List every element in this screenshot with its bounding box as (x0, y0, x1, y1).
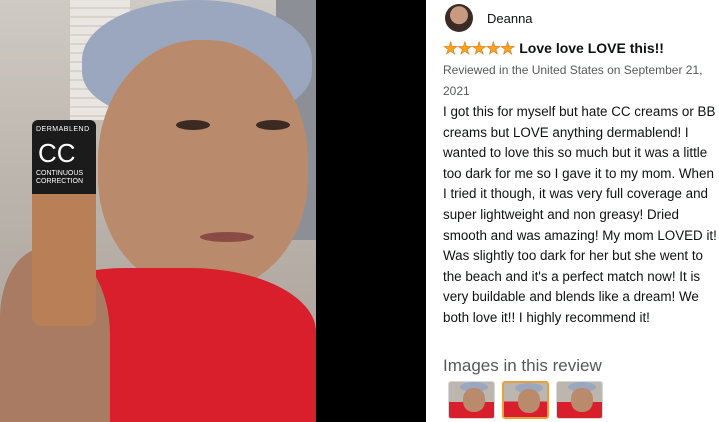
star-icon: ★ (500, 38, 516, 58)
review-image-thumbnail[interactable] (448, 381, 495, 419)
avatar[interactable] (445, 4, 473, 32)
review-date: Reviewed in the United States on Septemb… (443, 63, 703, 98)
product-brand: DERMABLEND (36, 126, 90, 133)
right-eye (256, 120, 290, 130)
review-image-thumbnail-selected[interactable] (502, 381, 549, 419)
product-subtitle: CONTINUOUS CORRECTION (36, 170, 84, 185)
star-icon: ★ (471, 38, 487, 58)
review-panel: Deanna ★ ★ ★ ★ ★ Love love LOVE this!! R… (443, 0, 719, 422)
mouth (200, 232, 254, 242)
star-rating: ★ ★ ★ ★ ★ (443, 38, 516, 58)
images-heading: Images in this review (443, 356, 602, 375)
star-icon: ★ (457, 38, 473, 58)
review-title-row: ★ ★ ★ ★ ★ Love love LOVE this!! (443, 38, 664, 58)
star-icon: ★ (443, 38, 459, 58)
face (98, 40, 308, 290)
star-icon: ★ (485, 38, 501, 58)
thumbnail-face (518, 389, 540, 413)
photo-letterbox (316, 0, 426, 422)
review-photo: DERMABLEND CC CONTINUOUS CORRECTION (0, 0, 316, 422)
review-body: I got this for myself but hate CC creams… (443, 104, 717, 325)
reviewer-name[interactable]: Deanna (487, 11, 533, 26)
review-title[interactable]: Love love LOVE this!! (519, 40, 664, 56)
thumbnail-face (463, 388, 485, 412)
reviewer-profile[interactable]: Deanna (445, 4, 533, 32)
product-name: CC (38, 138, 76, 168)
review-image-thumbnails (448, 381, 610, 419)
left-eye (176, 120, 210, 130)
thumbnail-face (571, 388, 593, 412)
product-tube: DERMABLEND CC CONTINUOUS CORRECTION (32, 120, 96, 326)
review-image-thumbnail[interactable] (556, 381, 603, 419)
